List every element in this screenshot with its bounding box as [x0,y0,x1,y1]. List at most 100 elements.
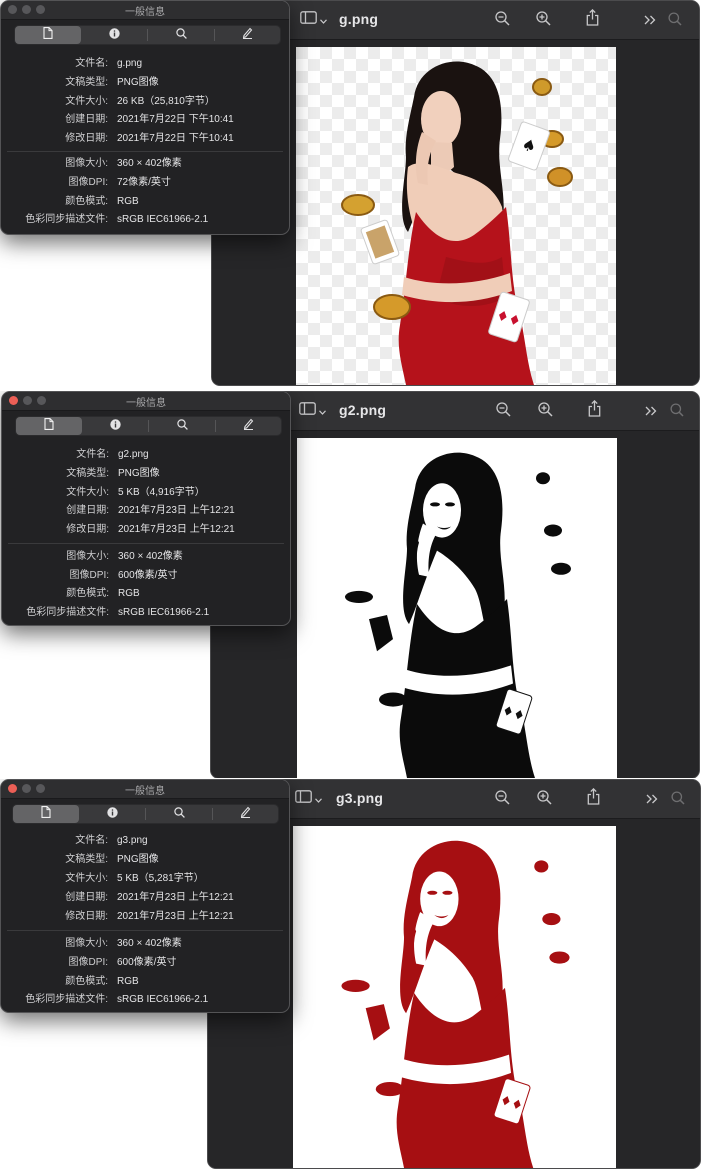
info-value: 2021年7月22日 下午10:41 [117,114,234,125]
share-icon [588,399,601,422]
info-row: 文件大小: 5 KB（4,916字节） [2,485,290,501]
info-value: g3.png [117,835,148,846]
info-row: 色彩同步描述文件: sRGB IEC61966-2.1 [2,605,290,621]
info-value: 5 KB（4,916字节） [118,487,205,498]
info-value: 2021年7月23日 上午12:21 [118,524,235,535]
info-label: 文件大小: [65,873,108,884]
tab-keywords[interactable] [149,417,215,435]
tab-general[interactable] [16,417,82,435]
search-button[interactable] [668,11,682,28]
photo-preview: ♠ ♦♦ [296,47,616,385]
share-button[interactable] [584,8,600,31]
image-canvas[interactable]: ♠ ♦♦ [296,47,616,385]
tab-annotations[interactable] [215,417,281,435]
info-label: 图像大小: [66,551,109,562]
info-titlebar: 一般信息 [2,392,290,411]
info-value: sRGB IEC61966-2.1 [117,994,209,1005]
image-canvas[interactable]: ♦♦ [293,826,616,1168]
search-button[interactable] [670,402,684,422]
info-label: 创建日期: [65,892,108,903]
tab-annotations[interactable] [212,805,278,823]
tab-more-info[interactable] [82,417,148,435]
more-button[interactable] [643,14,657,28]
share-icon [586,8,599,31]
info-label: 修改日期: [66,524,109,535]
more-button[interactable] [644,405,658,419]
info-value: 360 × 402像素 [117,938,182,949]
zoom-in-icon [535,11,551,31]
search-icon [670,402,684,422]
inspector-tabs [14,25,281,45]
share-button[interactable] [585,787,601,810]
info-label: 图像大小: [65,938,108,949]
sidebar-icon [299,11,317,29]
zoom-out-icon [494,790,510,810]
document-icon [41,805,51,823]
more-chevron-icon [646,791,658,809]
search-button[interactable] [671,790,685,810]
more-button[interactable] [645,793,659,807]
info-row: 图像大小: 360 × 402像素 [1,936,289,952]
info-label: 文件名: [75,58,108,69]
info-row: 图像大小: 360 × 402像素 [1,156,289,172]
info-value: RGB [118,588,140,599]
sidebar-toggle-button[interactable] [298,402,326,420]
info-label: 文件名: [75,835,108,846]
tab-general[interactable] [15,26,81,44]
info-value: g.png [117,58,143,69]
share-button[interactable] [586,399,602,422]
info-icon [109,417,121,435]
tab-more-info[interactable] [81,26,147,44]
info-row: 图像大小: 360 × 402像素 [2,549,290,565]
info-icon [106,805,118,823]
info-value: 26 KB（25,810字节） [117,96,215,107]
sidebar-toggle-button[interactable] [294,790,322,807]
zoom-in-icon [536,790,552,810]
screenshot-panel-1: g.png ♠ ♦♦ 一般信息 文件名: g.png 文稿类型: PNG图像 文… [0,0,703,389]
info-value: PNG图像 [117,77,159,88]
info-value: 2021年7月23日 上午12:21 [118,505,235,516]
document-title: g.png [339,11,379,27]
info-value: 360 × 402像素 [118,551,183,562]
threshold-preview: ♦♦ [293,826,616,1168]
info-window: 一般信息 文件名: g2.png 文稿类型: PNG图像 文件大小: 5 KB（4,9… [1,391,291,626]
tab-more-info[interactable] [79,805,145,823]
info-row: 文稿类型: PNG图像 [1,852,289,868]
info-label: 色彩同步描述文件: [25,994,108,1005]
image-canvas[interactable]: ♦♦ [297,438,617,778]
document-icon [44,417,54,435]
info-titlebar: 一般信息 [1,1,289,20]
info-row: 文件大小: 5 KB（5,281字节） [1,871,289,887]
info-label: 颜色模式: [65,196,108,207]
info-row: 文件大小: 26 KB（25,810字节） [1,94,289,110]
screenshot-panel-2: g2.png ♦♦ 一般信息 文件名: g2.png 文稿类型: PNG图像 文… [0,391,703,778]
zoom-in-button[interactable] [536,790,552,810]
search-icon [671,790,685,810]
zoom-out-icon [494,11,510,31]
zoom-in-button[interactable] [535,11,551,31]
sidebar-toggle-button[interactable] [299,11,327,29]
tab-annotations[interactable] [214,26,280,44]
info-row: 修改日期: 2021年7月22日 下午10:41 [1,131,289,147]
pencil-icon [243,417,254,435]
info-row: 文件名: g2.png [2,447,290,463]
share-icon [587,787,600,810]
zoom-out-button[interactable] [494,790,510,810]
info-value: sRGB IEC61966-2.1 [118,607,210,618]
inspector-tabs [12,804,279,824]
tab-keywords[interactable] [146,805,212,823]
tab-general[interactable] [13,805,79,823]
document-title: g3.png [336,790,384,806]
tab-keywords[interactable] [148,26,214,44]
screenshot-panel-3: g3.png ♦♦ 一般信息 文件名: g3.png 文稿类型: PNG图像 文… [0,779,703,1169]
zoom-in-button[interactable] [537,402,553,420]
info-window: 一般信息 文件名: g3.png 文稿类型: PNG图像 文件大小: 5 KB（5,2… [0,779,290,1013]
document-title: g2.png [339,402,387,418]
zoom-out-button[interactable] [494,11,510,31]
zoom-out-button[interactable] [495,402,511,420]
info-value: 5 KB（5,281字节） [117,873,204,884]
info-row: 色彩同步描述文件: sRGB IEC61966-2.1 [1,212,289,228]
info-value: PNG图像 [118,468,160,479]
chevron-down-icon [318,402,326,420]
info-row: 图像DPI: 600像素/英寸 [1,955,289,971]
